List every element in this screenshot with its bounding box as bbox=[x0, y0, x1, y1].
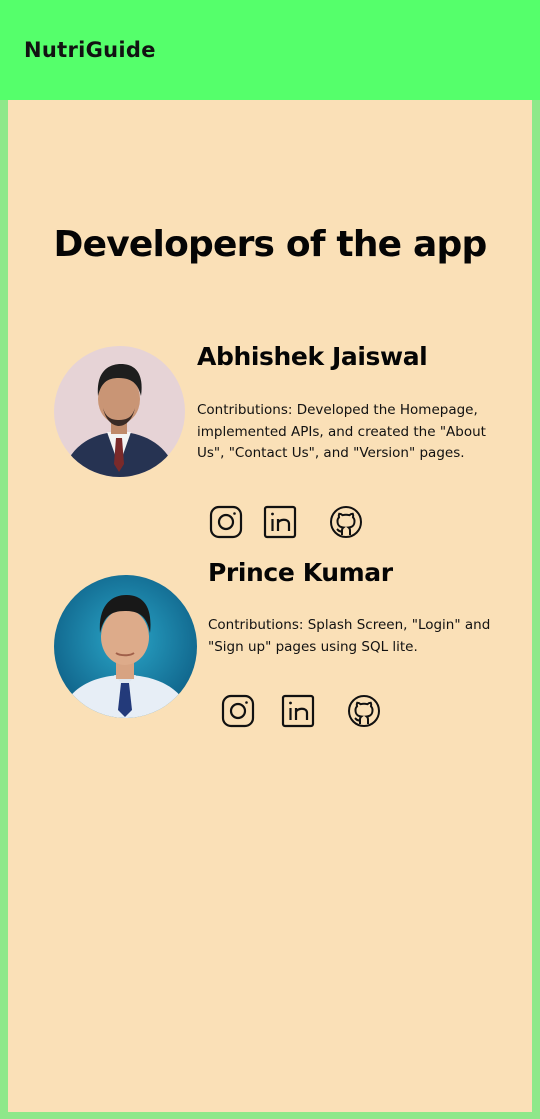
developer-contributions: Contributions: Splash Screen, "Login" an… bbox=[208, 617, 491, 655]
app-title: NutriGuide bbox=[24, 38, 156, 62]
linkedin-icon[interactable] bbox=[281, 694, 315, 728]
instagram-icon[interactable] bbox=[209, 505, 243, 539]
instagram-icon[interactable] bbox=[221, 694, 255, 728]
app-bar: NutriGuide bbox=[0, 0, 540, 100]
github-icon[interactable] bbox=[347, 694, 381, 728]
github-icon[interactable] bbox=[329, 505, 363, 539]
linkedin-icon[interactable] bbox=[263, 505, 297, 539]
avatar bbox=[54, 575, 197, 718]
avatar bbox=[54, 346, 185, 477]
developer-contributions: Contributions: Developed the Homepage, i… bbox=[197, 402, 486, 461]
developer-name: Abhishek Jaiswal bbox=[197, 342, 428, 371]
page-title: Developers of the app bbox=[53, 224, 488, 265]
developer-name: Prince Kumar bbox=[208, 558, 393, 587]
